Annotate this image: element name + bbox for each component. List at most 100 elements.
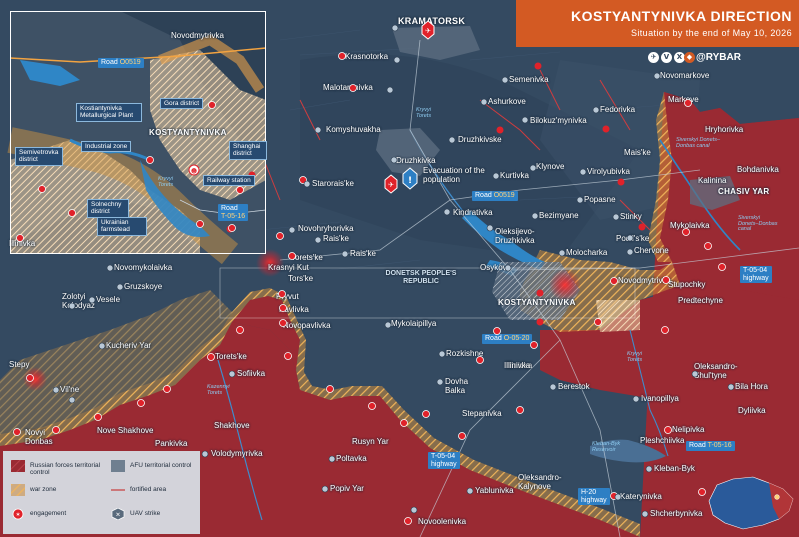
- place-label: Gruzskoye: [124, 282, 163, 291]
- map-subtitle: Situation by the end of May 10, 2026: [630, 28, 792, 38]
- locator-map: [708, 476, 794, 530]
- place-label: Volodymyrivka: [211, 449, 263, 458]
- engagement-icon: ✶: [12, 508, 24, 520]
- place-label: Novyi Donbas: [25, 428, 53, 447]
- place-label: Novomarkove: [660, 71, 710, 80]
- place-label: Rusyn Yar: [352, 437, 389, 446]
- place-label: Novohryhorivka: [298, 224, 354, 233]
- place-label: Popiv Yar: [330, 484, 364, 493]
- place-label: Kleban-Byk: [654, 464, 695, 473]
- inset-district-tag: Kostiantynivka Metallurgical Plant: [76, 103, 142, 122]
- place-label: Katerynivka: [620, 492, 662, 501]
- place-label: Rais'ke: [350, 249, 376, 258]
- social-bar: ✈ V X ◆ @RYBAR: [648, 51, 798, 66]
- place-label: Fedorivka: [600, 105, 636, 114]
- rybar-logo-icon: ◆: [684, 52, 695, 63]
- river-label: Kleban-Byk Reservoir: [592, 441, 621, 453]
- inset-district-tag: Gora district: [160, 98, 204, 110]
- place-label: Semenivka: [509, 75, 549, 84]
- river-label: Kryvyi Torets: [158, 176, 174, 188]
- place-label: Sofiivka: [237, 369, 266, 378]
- place-label: Pavlivka: [279, 305, 309, 314]
- place-label: KRAMATORSK: [398, 16, 466, 26]
- place-label: Stepy: [9, 360, 30, 369]
- place-label: Druzhkivske: [458, 135, 502, 144]
- place-label: Kalinina: [698, 176, 727, 185]
- place-label: Druzhkivka: [396, 156, 436, 165]
- place-label: Mykolaivka: [670, 221, 710, 230]
- inset-district-tag: Shanghai district: [229, 141, 267, 160]
- river-label: Kryvyi Torets: [627, 351, 643, 363]
- place-label: Popasne: [584, 195, 616, 204]
- place-label: Nelipivka: [672, 425, 705, 434]
- place-label: Tors'ke: [288, 274, 314, 283]
- place-label: Novopavlivka: [283, 321, 331, 330]
- place-label: Osykove: [480, 263, 512, 272]
- place-label: Kindrativka: [453, 208, 493, 217]
- place-label: Krasnyi Kut: [268, 263, 309, 272]
- river-label: Kazennyi Torets: [207, 384, 230, 396]
- place-label: Stinky: [620, 212, 642, 221]
- red-line-icon: [111, 489, 125, 491]
- place-label: Krasnotorka: [345, 52, 389, 61]
- river-label: Kryvyi Torets: [416, 107, 432, 119]
- telegram-icon[interactable]: ✈: [648, 52, 659, 63]
- svg-text:✕: ✕: [115, 512, 120, 519]
- hatched-red-square-icon: [11, 460, 25, 472]
- gray-square-icon: [111, 460, 125, 472]
- place-label: Pankivka: [155, 439, 188, 448]
- place-label: Zolotyi Kolodyaz: [62, 292, 95, 310]
- road-tag: Road O-05-20: [482, 334, 533, 344]
- place-label: Dyliivka: [738, 406, 766, 415]
- vk-icon[interactable]: V: [661, 52, 672, 63]
- road-tag: T-05-04 highway: [428, 452, 460, 470]
- place-label: Bezimyane: [539, 211, 579, 220]
- place-label: Illinivka: [9, 239, 36, 248]
- place-label: Komyshuvakha: [326, 125, 381, 134]
- place-label: Novoolenivka: [418, 517, 467, 526]
- place-label: Bila Hora: [735, 382, 768, 391]
- place-label: Torets'ke: [215, 352, 247, 361]
- place-label: Illinivka: [504, 361, 531, 370]
- place-label: Podil's'ke: [616, 234, 650, 243]
- region-label: DONETSK PEOPLE'S REPUBLIC: [385, 270, 457, 286]
- place-label: Oleksijevo-Druzhkivka: [495, 227, 535, 246]
- inset-district-tag: Semivetrovka district: [15, 147, 63, 166]
- place-label: Ashurkove: [488, 97, 526, 106]
- title-banner: KOSTYANTYNIVKA DIRECTION Situation by th…: [516, 0, 799, 47]
- road-tag: Road T-05-16: [218, 204, 249, 222]
- road-tag: T-05-04 highway: [740, 266, 772, 284]
- place-label: Markove: [668, 95, 699, 104]
- place-label: Bohdanivka: [737, 165, 779, 174]
- place-label: Nove Shakhove: [97, 426, 154, 435]
- road-tag: Road O0519: [472, 191, 518, 201]
- place-label: Rozkishne: [446, 349, 484, 358]
- place-label: Chervone: [634, 246, 669, 255]
- road-tag: Road O0519: [98, 58, 144, 68]
- place-label: Poltavka: [336, 454, 367, 463]
- road-tag: Road T-05-16: [686, 441, 735, 451]
- place-label: Stepanivka: [462, 409, 502, 418]
- place-label: Ivanopillya: [641, 394, 679, 403]
- map-title: KOSTYANTYNIVKA DIRECTION: [571, 8, 792, 24]
- place-label: Pryvut: [276, 292, 299, 301]
- place-label: Torets'ke: [291, 253, 323, 262]
- inset-district-tag: Railway station: [203, 175, 255, 187]
- place-label: Klynove: [536, 162, 565, 171]
- place-label: Shcherbynivka: [650, 509, 703, 518]
- place-label: Oleksandro-Shul'tyne: [694, 362, 738, 381]
- place-label: Mais'ke: [624, 148, 651, 157]
- orange-hatched-square-icon: [11, 484, 25, 496]
- brand-name: @RYBAR: [696, 52, 741, 63]
- inset-district-tag: Industrial zone: [81, 141, 132, 153]
- place-label: Yablunivka: [475, 486, 514, 495]
- place-label: Hryhorivka: [705, 125, 744, 134]
- evacuation-note: Evacuation of the population: [423, 166, 485, 185]
- place-label: Predtechyne: [678, 296, 723, 305]
- place-label: Bilokuz'mynivka: [530, 116, 587, 125]
- place-label: Rais'ke: [323, 234, 349, 243]
- place-label: Mykolaipillya: [391, 319, 437, 328]
- place-label: Pleshchiivka: [640, 436, 685, 445]
- place-label: Kucheriv Yar: [106, 341, 152, 350]
- place-label: Starorais'ke: [312, 179, 354, 188]
